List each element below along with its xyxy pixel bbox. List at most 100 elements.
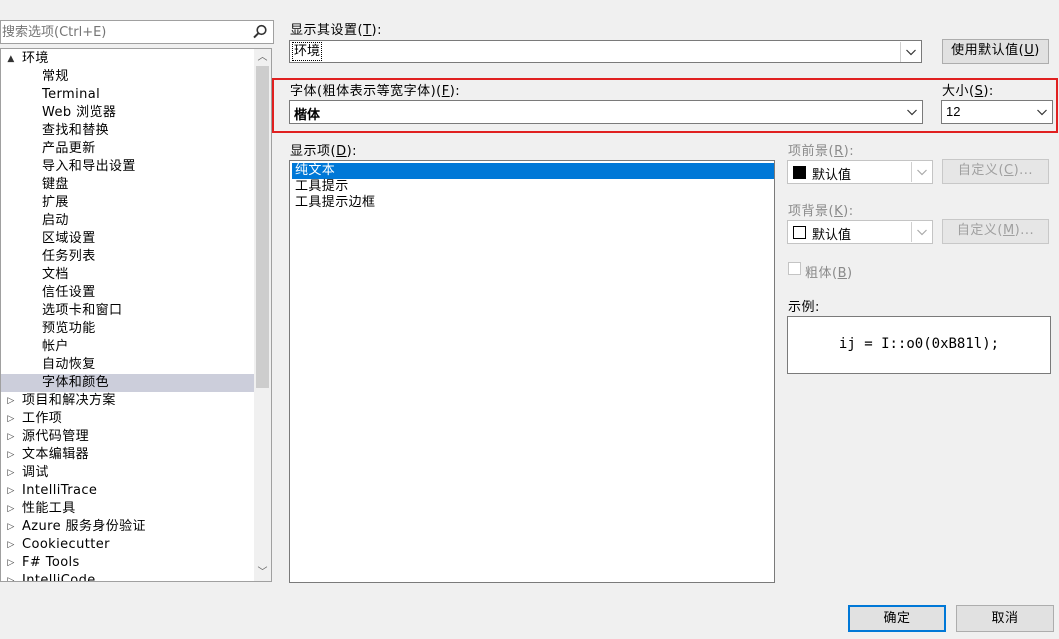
collapsed-arrow-icon[interactable]: ▷: [5, 410, 17, 428]
tree-item[interactable]: 扩展: [1, 194, 254, 212]
collapsed-arrow-icon[interactable]: ▷: [5, 554, 17, 572]
tree-item-label: 工作项: [22, 411, 63, 426]
tree-item-label: 文本编辑器: [22, 447, 90, 462]
list-item[interactable]: 纯文本: [292, 163, 774, 179]
show-settings-label: 显示其设置(T):: [290, 23, 382, 38]
tree-item-label: Cookiecutter: [22, 537, 110, 552]
tree-item-label: 查找和替换: [42, 123, 110, 138]
tree-item[interactable]: ▷ F# Tools: [1, 554, 254, 572]
tree-item[interactable]: 导入和导出设置: [1, 158, 254, 176]
tree-item-label: Azure 服务身份验证: [22, 519, 146, 534]
tree-item[interactable]: 键盘: [1, 176, 254, 194]
use-defaults-button[interactable]: 使用默认值(U): [942, 39, 1049, 64]
search-icon[interactable]: [251, 23, 269, 41]
collapsed-arrow-icon[interactable]: ▷: [5, 518, 17, 536]
tree-item[interactable]: 启动: [1, 212, 254, 230]
tree-item-label: 自动恢复: [42, 357, 96, 372]
chevron-down-icon[interactable]: [903, 44, 919, 60]
background-combo[interactable]: 默认值: [787, 220, 933, 244]
tree-item-label: 键盘: [42, 177, 69, 192]
list-item[interactable]: 工具提示边框: [292, 195, 774, 211]
tree-item[interactable]: 自动恢复: [1, 356, 254, 374]
cancel-button[interactable]: 取消: [956, 605, 1054, 632]
collapsed-arrow-icon[interactable]: ▷: [5, 572, 17, 581]
collapsed-arrow-icon[interactable]: ▷: [5, 482, 17, 500]
collapsed-arrow-icon[interactable]: ▷: [5, 446, 17, 464]
display-items-label: 显示项(D):: [290, 144, 358, 159]
tree-item[interactable]: 预览功能: [1, 320, 254, 338]
tree-item[interactable]: ▷ 调试: [1, 464, 254, 482]
tree-item[interactable]: 选项卡和窗口: [1, 302, 254, 320]
ok-button[interactable]: 确定: [848, 605, 946, 632]
background-custom-button[interactable]: 自定义(M)...: [942, 219, 1049, 244]
tree-item-label: 扩展: [42, 195, 69, 210]
tree-item[interactable]: ▷ IntelliTrace: [1, 482, 254, 500]
tree-item[interactable]: 常规: [1, 68, 254, 86]
tree-item-label: 性能工具: [22, 501, 76, 516]
tree-item[interactable]: 任务列表: [1, 248, 254, 266]
options-tree[interactable]: ▲ 环境常规 Terminal Web 浏览器 查找和替换产品更新 导入和导出设置 键盘扩展…: [0, 48, 272, 582]
bold-label: 粗体(B): [805, 266, 853, 281]
collapsed-arrow-icon[interactable]: ▷: [5, 392, 17, 410]
tree-item-label: 任务列表: [42, 249, 96, 264]
tree-item[interactable]: 帐户: [1, 338, 254, 356]
show-settings-combo[interactable]: 环境: [289, 40, 922, 63]
chevron-down-icon[interactable]: [904, 104, 920, 120]
scroll-thumb[interactable]: [256, 66, 269, 388]
tree-item[interactable]: ▲ 环境: [1, 50, 254, 68]
tree-item[interactable]: ▷ 项目和解决方案: [1, 392, 254, 410]
tree-item[interactable]: ▷ 文本编辑器: [1, 446, 254, 464]
foreground-value: 默认值: [812, 168, 852, 183]
size-combo[interactable]: 12: [941, 100, 1053, 124]
tree-item-label: 区域设置: [42, 231, 96, 246]
search-box[interactable]: [0, 20, 274, 44]
tree-item[interactable]: ▷ IntelliCode: [1, 572, 254, 581]
chevron-down-icon[interactable]: [914, 164, 930, 180]
tree-item-label: 常规: [42, 69, 69, 84]
tree-item[interactable]: ▷ 性能工具: [1, 500, 254, 518]
font-combo[interactable]: 楷体: [289, 100, 923, 124]
bold-checkbox[interactable]: [788, 262, 801, 275]
background-value: 默认值: [812, 228, 852, 243]
chevron-down-icon[interactable]: [1034, 104, 1050, 120]
tree-item[interactable]: 区域设置: [1, 230, 254, 248]
collapsed-arrow-icon[interactable]: ▷: [5, 428, 17, 446]
tree-item[interactable]: 字体和颜色: [1, 374, 254, 392]
sample-preview: ij = I::o0(0xB81l);: [787, 316, 1051, 374]
tree-scrollbar[interactable]: ︿ ﹀: [254, 49, 271, 581]
tree-item-label: IntelliTrace: [22, 483, 98, 498]
tree-item-label: 文档: [42, 267, 69, 282]
chevron-down-icon[interactable]: [914, 224, 930, 240]
tree-item[interactable]: 信任设置: [1, 284, 254, 302]
scroll-down-icon[interactable]: ﹀: [254, 564, 271, 581]
tree-item[interactable]: 产品更新: [1, 140, 254, 158]
collapsed-arrow-icon[interactable]: ▷: [5, 500, 17, 518]
tree-item-label: Web 浏览器: [42, 105, 117, 120]
display-items-list[interactable]: 纯文本 工具提示 工具提示边框: [289, 160, 775, 583]
list-item[interactable]: 工具提示: [292, 179, 774, 195]
collapsed-arrow-icon[interactable]: ▷: [5, 464, 17, 482]
foreground-custom-button[interactable]: 自定义(C)...: [942, 159, 1049, 184]
tree-item[interactable]: ▷ 工作项: [1, 410, 254, 428]
options-tree-list: ▲ 环境常规 Terminal Web 浏览器 查找和替换产品更新 导入和导出设置 键盘扩展…: [1, 50, 254, 581]
expanded-arrow-icon[interactable]: ▲: [5, 50, 17, 68]
tree-item-label: 预览功能: [42, 321, 96, 336]
tree-item[interactable]: ▷ 源代码管理: [1, 428, 254, 446]
tree-item-label: 字体和颜色: [42, 375, 110, 390]
tree-item[interactable]: ▷ Cookiecutter: [1, 536, 254, 554]
font-value: 楷体: [294, 108, 321, 123]
search-input[interactable]: [1, 22, 241, 42]
tree-item[interactable]: ▷ Azure 服务身份验证: [1, 518, 254, 536]
tree-item[interactable]: Web 浏览器: [1, 104, 254, 122]
tree-item-label: Terminal: [42, 87, 101, 102]
foreground-color-swatch: [793, 166, 806, 179]
tree-item[interactable]: 文档: [1, 266, 254, 284]
tree-item-label: 环境: [22, 51, 49, 66]
foreground-combo[interactable]: 默认值: [787, 160, 933, 184]
scroll-up-icon[interactable]: ︿: [254, 49, 271, 66]
tree-item-label: 导入和导出设置: [42, 159, 136, 174]
size-label: 大小(S):: [942, 84, 994, 99]
tree-item[interactable]: 查找和替换: [1, 122, 254, 140]
collapsed-arrow-icon[interactable]: ▷: [5, 536, 17, 554]
tree-item[interactable]: Terminal: [1, 86, 254, 104]
